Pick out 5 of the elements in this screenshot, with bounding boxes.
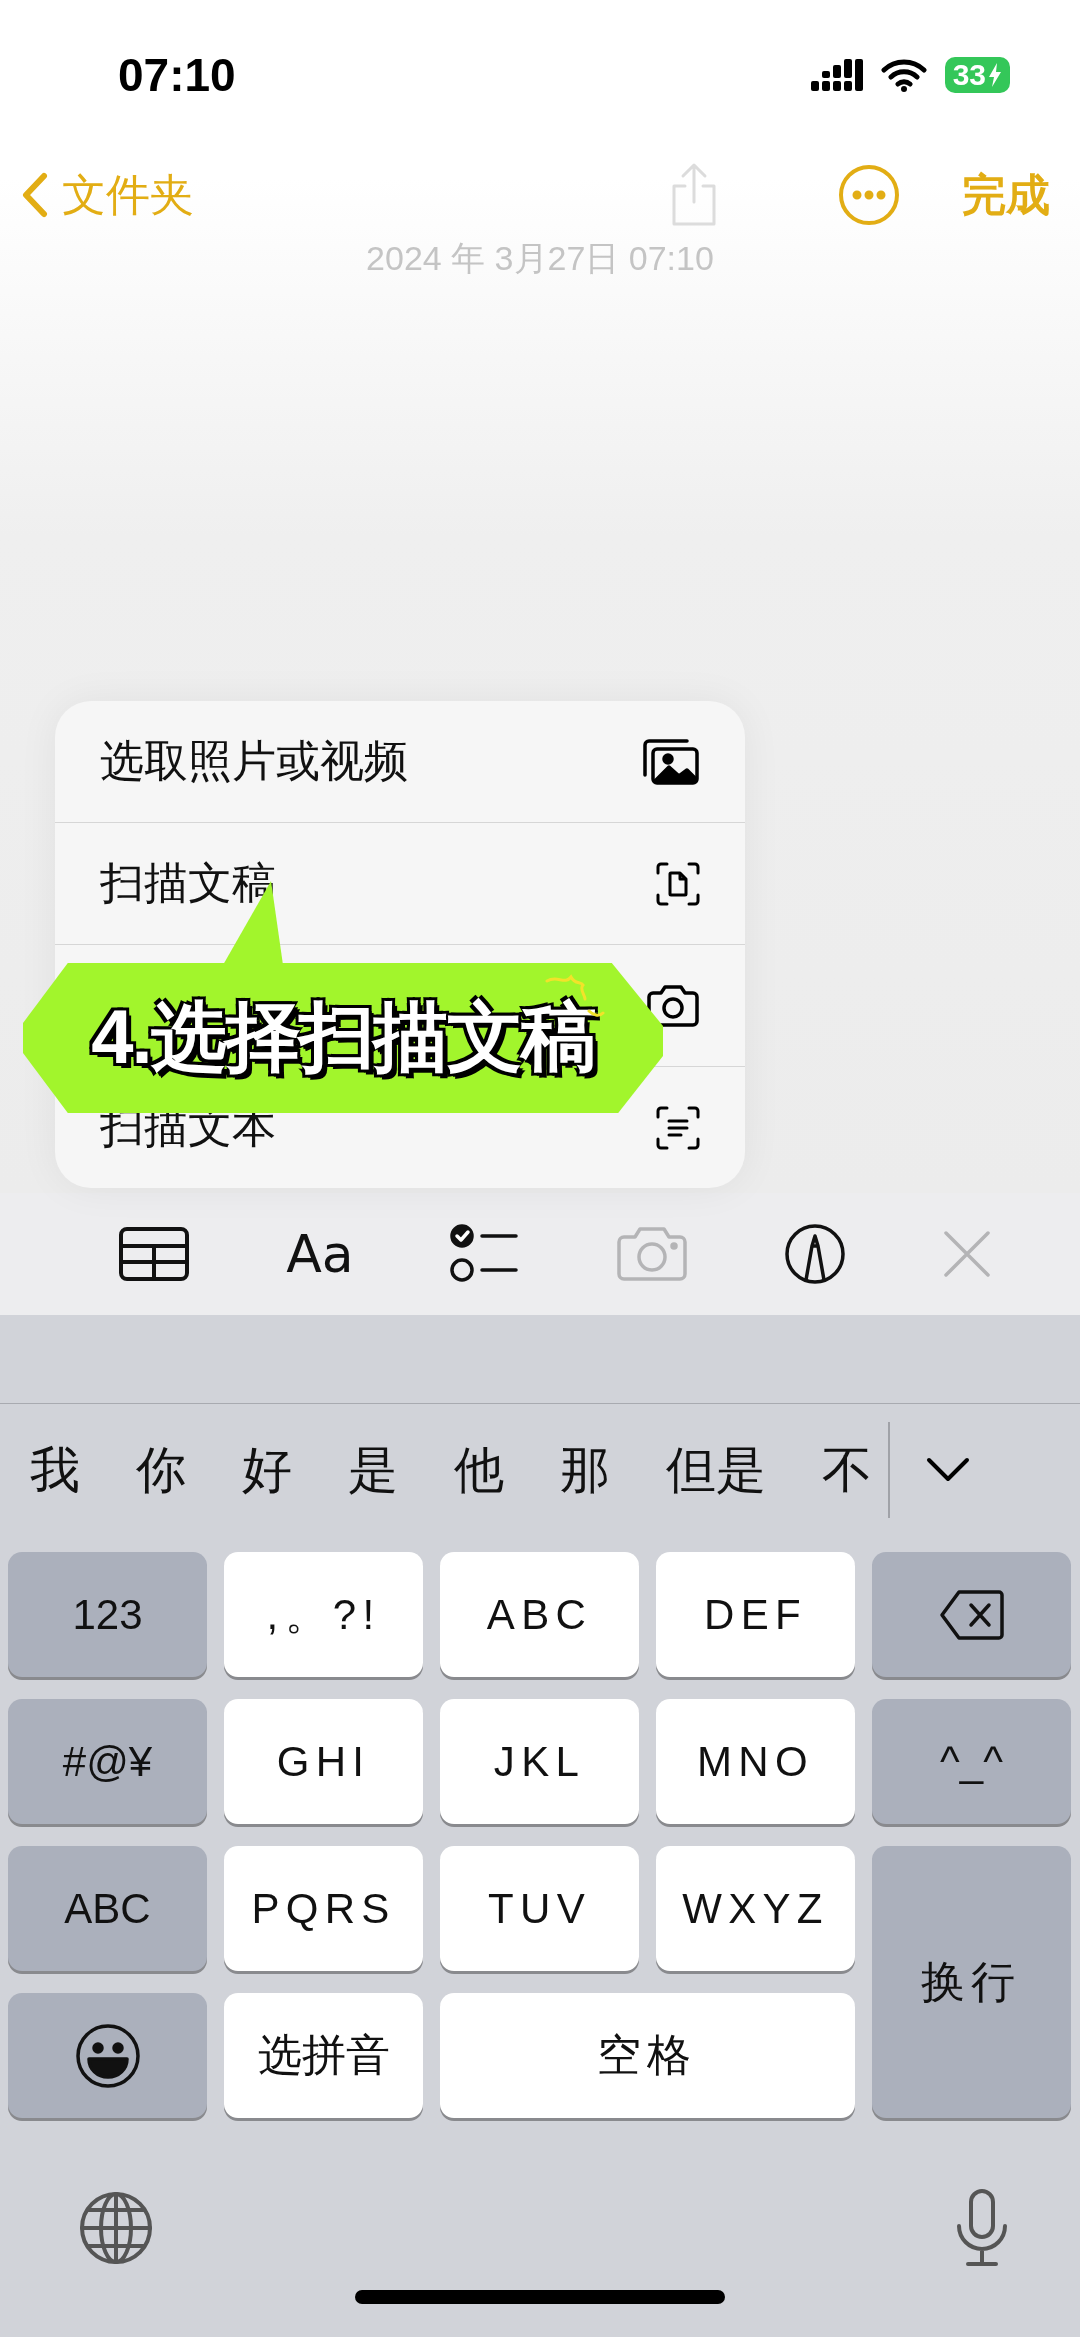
note-date: 2024 年 3月27日 07:10 [366, 238, 714, 279]
callout-tooltip: 4.选择扫描文稿 [23, 963, 663, 1113]
menu-item-label: 选取照片或视频 [100, 735, 408, 787]
status-time: 07:10 [118, 48, 236, 102]
battery-indicator: 33 [944, 57, 1010, 93]
